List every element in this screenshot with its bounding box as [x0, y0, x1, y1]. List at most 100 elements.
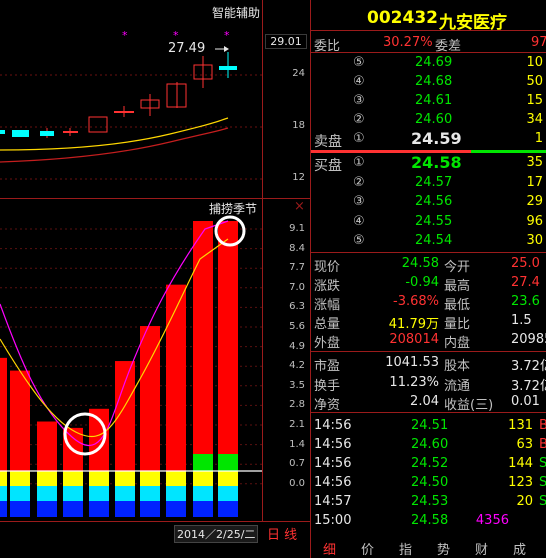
buy-level-row[interactable]: ④ 24.55 96: [311, 214, 546, 230]
candle: [0, 130, 5, 134]
indicator-tick: 3.5: [289, 379, 305, 391]
svg-text:*: *: [224, 29, 230, 42]
ratio-row: 委比 30.27% 委差 97: [314, 35, 546, 54]
price-callout: 27.49: [168, 41, 206, 56]
level-glyph: ①: [353, 131, 365, 146]
indicator-bar-segment: [140, 471, 160, 486]
indicator-bar-segment: [37, 486, 57, 501]
candle: [114, 106, 134, 117]
indicator-bar-segment: [10, 486, 30, 501]
indicator-bar-segment: [63, 501, 83, 517]
indicator-bar-segment: [115, 471, 135, 486]
buy-volume: 96: [526, 213, 543, 229]
buy-label: 买盘: [314, 158, 342, 174]
indicator-bar-segment: [218, 454, 238, 471]
indicator-bar-segment: [166, 486, 186, 501]
tick-row: 14:56 24.50 123 S: [314, 475, 546, 490]
indicator-tick: 1.4: [289, 438, 305, 450]
indicator-bar-segment: [63, 471, 83, 486]
quote-tab[interactable]: 指: [399, 539, 412, 558]
tick-row: 14:56 24.60 63 B: [314, 437, 546, 452]
sell-price: 24.69: [415, 55, 453, 70]
sell-volume: 34: [526, 112, 543, 127]
indicator-tick: 2.1: [289, 419, 305, 430]
indicator-bar-segment: [193, 501, 213, 517]
indicator-bar-segment: [37, 471, 57, 486]
sell-price: 24.60: [415, 112, 453, 127]
indicator-bar-segment: [218, 501, 238, 517]
stat-row: 总量 41.79万 量比 1.5: [314, 313, 532, 332]
candle: [40, 128, 54, 138]
indicator-chart[interactable]: 捕捞季节 ×: [0, 199, 305, 521]
buy-price: 24.56: [415, 194, 453, 209]
level-glyph: ⑤: [353, 55, 365, 70]
indicator-label-lower: 捕捞季节: [209, 202, 258, 216]
indicator-bar-segment: [166, 501, 186, 517]
quote-header: 002432 九安医疗: [311, 8, 546, 33]
buy-level-row[interactable]: ② 24.57 17: [311, 175, 546, 191]
candle: [140, 94, 160, 116]
indicator-bar-segment: [193, 486, 213, 501]
sell-level-row[interactable]: ② 24.60 34: [311, 112, 546, 128]
fundamental-row: 市盈1041.53股本3.72亿: [314, 355, 546, 374]
indicator-bar-segment: [89, 471, 109, 486]
kline-chart[interactable]: 智能辅助 * * * 27.49: [0, 0, 262, 198]
quote-tab[interactable]: 价: [361, 539, 374, 558]
buy-price: 24.57: [415, 174, 453, 190]
quote-panel: 002432 九安医疗 委比 30.27% 委差 97 ⑤ 24.69 10 ④ 24.…: [310, 0, 546, 558]
quote-tab[interactable]: 成: [513, 539, 526, 558]
indicator-tick: 8.4: [289, 242, 305, 254]
buy-volume: 35: [526, 155, 543, 170]
quote-tab[interactable]: 势: [437, 539, 450, 558]
indicator-bar-segment: [10, 501, 30, 517]
sell-price: 24.68: [415, 74, 453, 89]
indicator-tick: 9.1: [289, 223, 305, 234]
buy-level-row[interactable]: ⑤ 24.54 30: [311, 233, 546, 249]
fundamental-row: 换手11.23%流通3.72亿: [314, 374, 546, 394]
buy-price: 24.55: [415, 213, 453, 229]
indicator-bar-segment: [10, 471, 30, 486]
indicator-tick: 6.3: [289, 301, 305, 313]
indicator-bar-segment: [0, 486, 7, 501]
buy-level-row[interactable]: 买盘 ① 24.58 35: [311, 153, 546, 174]
candle: [88, 116, 108, 133]
sell-level-row[interactable]: ④ 24.68 50: [311, 74, 546, 90]
buy-level-row[interactable]: ③ 24.56 29: [311, 194, 546, 210]
indicator-bar-segment: [193, 454, 213, 471]
period-tab[interactable]: 日 线: [267, 524, 297, 543]
indicator-bar-segment: [63, 486, 83, 501]
tick-row: 14:57 24.53 20 S: [314, 494, 546, 509]
candle: [219, 52, 237, 78]
sell-level-row[interactable]: ⑤ 24.69 10: [311, 55, 546, 71]
date-strip: 2014／2/25/二 日 线: [0, 521, 310, 558]
quote-tab[interactable]: 财: [475, 539, 488, 558]
current-price-badge: 29.01: [265, 34, 307, 49]
indicator-tick: 4.2: [289, 360, 305, 372]
sell-volume: 50: [526, 74, 543, 89]
level-glyph: ③: [353, 93, 365, 108]
indicator-svg: [0, 215, 262, 517]
indicator-bar-segment: [166, 471, 186, 486]
level-glyph: ②: [353, 174, 365, 190]
kline-svg: * * *: [0, 29, 262, 180]
stock-code: 002432: [367, 8, 438, 28]
indicator-tick: 4.9: [289, 340, 305, 352]
sell-level-row[interactable]: ③ 24.61 15: [311, 93, 546, 109]
level-glyph: ⑤: [353, 233, 365, 248]
quote-tab[interactable]: 细: [323, 539, 336, 558]
indicator-bar-segment: [115, 501, 135, 517]
price-tick: 18: [292, 120, 305, 131]
sell-level-row[interactable]: 卖盘 ① 24.59 1: [311, 129, 546, 150]
level-glyph: ④: [353, 213, 365, 229]
stat-row: 涨幅 -3.68% 最低 23.6: [314, 294, 540, 313]
indicator-bar-segment: [0, 501, 7, 517]
price-tick: 24: [292, 68, 305, 79]
candle: [12, 130, 29, 137]
buy-volume: 17: [526, 174, 543, 190]
indicator-bar-segment: [140, 501, 160, 517]
sell-label: 卖盘: [314, 134, 342, 150]
sell-volume: 10: [526, 55, 543, 70]
indicator-tick: 7.7: [289, 262, 305, 274]
indicator-tick: 5.6: [289, 321, 305, 332]
indicator-bar-segment: [0, 471, 7, 486]
